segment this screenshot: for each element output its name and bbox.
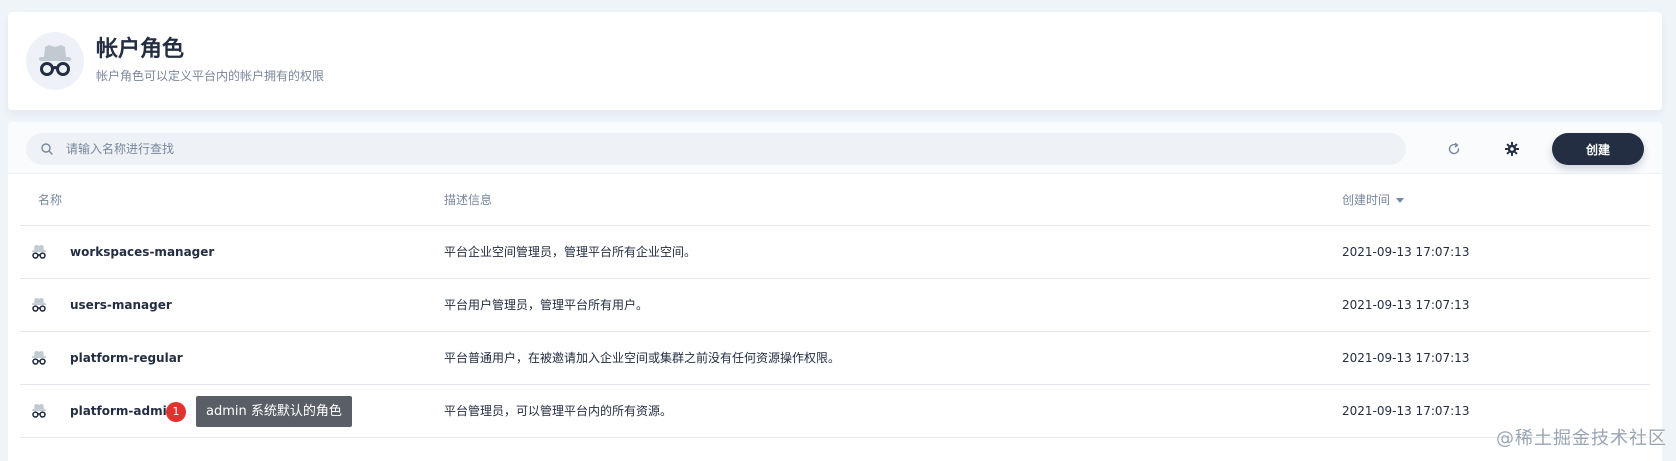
- gear-icon: [1505, 142, 1519, 156]
- table-row[interactable]: platform-admin 1 admin 系统默认的角色 平台管理员，可以管…: [20, 385, 1650, 438]
- roles-table-card: 创建 名称 描述信息 创建时间 workspaces-manager 平台企业空…: [8, 122, 1662, 461]
- role-name-link[interactable]: users-manager: [70, 279, 172, 332]
- role-created-time: 2021-09-13 17:07:13: [1342, 351, 1470, 365]
- role-description: 平台企业空间管理员，管理平台所有企业空间。: [444, 245, 697, 259]
- incognito-icon: [31, 244, 47, 259]
- role-description: 平台管理员，可以管理平台内的所有资源。: [444, 404, 673, 418]
- table-row[interactable]: platform-regular 平台普通用户，在被邀请加入企业空间或集群之前没…: [20, 332, 1650, 385]
- role-created-time: 2021-09-13 17:07:13: [1342, 298, 1470, 312]
- search-icon: [41, 143, 53, 155]
- caret-down-icon[interactable]: [1396, 197, 1405, 204]
- page-header: 帐户角色 帐户角色可以定义平台内的帐户拥有的权限: [8, 12, 1662, 110]
- settings-button[interactable]: [1496, 133, 1528, 165]
- role-created-time: 2021-09-13 17:07:13: [1342, 404, 1470, 418]
- column-header-name[interactable]: 名称: [38, 174, 62, 226]
- refresh-icon: [1448, 142, 1460, 155]
- incognito-icon: [26, 32, 84, 90]
- table-header: 名称 描述信息 创建时间: [20, 174, 1650, 226]
- table-toolbar: 创建: [8, 122, 1662, 174]
- search-input[interactable]: [66, 133, 1386, 165]
- annotation-tooltip: admin 系统默认的角色: [196, 396, 352, 427]
- annotation-badge: 1: [166, 402, 186, 422]
- table-row[interactable]: users-manager 平台用户管理员，管理平台所有用户。 2021-09-…: [20, 279, 1650, 332]
- table-row[interactable]: workspaces-manager 平台企业空间管理员，管理平台所有企业空间。…: [20, 226, 1650, 279]
- watermark: @稀土掘金技术社区: [1496, 428, 1667, 449]
- role-description: 平台普通用户，在被邀请加入企业空间或集群之前没有任何资源操作权限。: [444, 351, 841, 365]
- page-title: 帐户角色: [96, 37, 185, 62]
- role-name-link[interactable]: platform-regular: [70, 332, 183, 385]
- role-description: 平台用户管理员，管理平台所有用户。: [444, 298, 649, 312]
- role-created-time: 2021-09-13 17:07:13: [1342, 245, 1470, 259]
- page-description: 帐户角色可以定义平台内的帐户拥有的权限: [96, 69, 325, 83]
- incognito-icon: [31, 297, 47, 312]
- incognito-icon: [31, 350, 47, 365]
- incognito-icon: [31, 403, 47, 418]
- column-header-created[interactable]: 创建时间: [1342, 174, 1405, 226]
- role-name-link[interactable]: platform-admin: [70, 385, 175, 438]
- refresh-button[interactable]: [1438, 133, 1470, 165]
- create-button[interactable]: 创建: [1552, 133, 1644, 165]
- role-name-link[interactable]: workspaces-manager: [70, 226, 214, 279]
- search-bar[interactable]: [26, 133, 1406, 165]
- column-header-created-label: 创建时间: [1342, 193, 1391, 207]
- column-header-description: 描述信息: [444, 193, 493, 207]
